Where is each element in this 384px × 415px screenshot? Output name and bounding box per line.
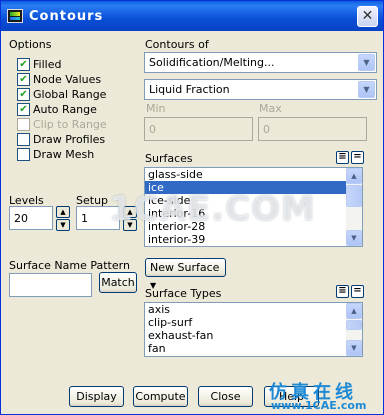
max-label: Max — [259, 102, 282, 115]
checkmark-icon: ✔ — [17, 73, 30, 86]
list-item[interactable]: fan — [145, 342, 362, 355]
filled-checkbox[interactable]: ✔ Filled — [17, 57, 61, 72]
contours-quantity-dropdown[interactable]: Liquid Fraction ▼ — [144, 79, 377, 100]
new-surface-button[interactable]: New Surface ▼ — [145, 258, 226, 290]
scroll-down-icon[interactable]: ▼ — [346, 230, 362, 246]
list-item[interactable]: axis — [145, 303, 362, 316]
checkbox-box — [17, 133, 30, 146]
select-all-types-icon[interactable]: ≡ — [336, 285, 349, 298]
surface-name-pattern-label: Surface Name Pattern — [9, 259, 130, 272]
global-range-checkbox[interactable]: ✔ Global Range — [17, 87, 106, 102]
contours-category-dropdown[interactable]: Solidification/Melting... ▼ — [144, 52, 377, 73]
surface-types-scrollbar[interactable]: ▲ ▼ — [346, 303, 362, 356]
clip-to-range-checkbox: Clip to Range — [17, 117, 107, 132]
checkmark-icon: ✔ — [17, 88, 30, 101]
scroll-thumb[interactable] — [346, 185, 362, 207]
scroll-down-icon[interactable]: ▼ — [346, 340, 362, 356]
global-range-label: Global Range — [33, 88, 107, 101]
clip-to-range-label: Clip to Range — [33, 118, 107, 131]
node-values-label: Node Values — [33, 73, 102, 86]
levels-increment-icon[interactable]: ▲ — [56, 206, 70, 218]
surface-types-list[interactable]: axis clip-surf exhaust-fan fan ▲ ▼ — [144, 302, 363, 357]
chevron-down-icon[interactable]: ▼ — [358, 81, 375, 98]
draw-mesh-label: Draw Mesh — [33, 148, 95, 161]
max-field: 0 — [258, 117, 367, 141]
filled-label: Filled — [33, 58, 62, 71]
min-label: Min — [146, 102, 166, 115]
scroll-thumb[interactable] — [346, 320, 362, 330]
node-values-checkbox[interactable]: ✔ Node Values — [17, 72, 101, 87]
contours-dialog: Contours ✕ Options ✔ Filled ✔ Node Value… — [0, 0, 384, 415]
list-item[interactable]: exhaust-fan — [145, 329, 362, 342]
deselect-all-types-icon[interactable]: = — [351, 285, 364, 298]
surface-types-label: Surface Types — [145, 287, 222, 300]
scroll-up-icon[interactable]: ▲ — [346, 168, 362, 184]
watermark-text: 1CAE.COM — [109, 189, 316, 229]
setup-value: 1 — [81, 212, 88, 225]
scroll-up-icon[interactable]: ▲ — [346, 303, 362, 319]
compute-button[interactable]: Compute — [133, 386, 188, 407]
window-close-button[interactable]: ✕ — [357, 6, 378, 27]
chevron-down-icon[interactable]: ▼ — [358, 54, 375, 71]
levels-input[interactable]: 20 — [9, 206, 53, 230]
min-value: 0 — [149, 123, 156, 136]
draw-profiles-label: Draw Profiles — [33, 133, 106, 146]
auto-range-label: Auto Range — [33, 103, 97, 116]
surface-name-pattern-input[interactable] — [9, 273, 92, 297]
match-button[interactable]: Match — [99, 272, 137, 293]
contours-of-label: Contours of — [145, 38, 209, 51]
window-title: Contours — [29, 9, 104, 24]
surfaces-scrollbar[interactable]: ▲ ▼ — [346, 168, 362, 246]
category-value: Solidification/Melting... — [149, 56, 275, 69]
checkbox-box — [17, 148, 30, 161]
list-item[interactable]: glass-side — [145, 168, 362, 181]
max-value: 0 — [263, 123, 270, 136]
auto-range-checkbox[interactable]: ✔ Auto Range — [17, 102, 97, 117]
deselect-all-surfaces-icon[interactable]: = — [351, 151, 364, 164]
select-all-surfaces-icon[interactable]: ≡ — [336, 151, 349, 164]
levels-decrement-icon[interactable]: ▼ — [56, 219, 70, 231]
checkbox-box — [17, 118, 30, 131]
checkmark-icon: ✔ — [17, 58, 30, 71]
surfaces-label: Surfaces — [145, 152, 193, 165]
list-item[interactable]: interior-39 — [145, 233, 362, 246]
app-icon — [7, 9, 23, 23]
list-item[interactable]: clip-surf — [145, 316, 362, 329]
draw-profiles-checkbox[interactable]: Draw Profiles — [17, 132, 105, 147]
levels-value: 20 — [14, 212, 28, 225]
draw-mesh-checkbox[interactable]: Draw Mesh — [17, 147, 94, 162]
close-button[interactable]: Close — [198, 386, 253, 407]
checkmark-icon: ✔ — [17, 103, 30, 116]
options-label: Options — [9, 38, 52, 51]
title-bar[interactable]: Contours ✕ — [1, 1, 383, 31]
quantity-value: Liquid Fraction — [149, 83, 230, 96]
brand-url: www.1CAE.com — [271, 399, 367, 412]
min-field: 0 — [144, 117, 253, 141]
new-surface-label: New Surface — [150, 261, 220, 274]
display-button[interactable]: Display — [69, 386, 124, 407]
